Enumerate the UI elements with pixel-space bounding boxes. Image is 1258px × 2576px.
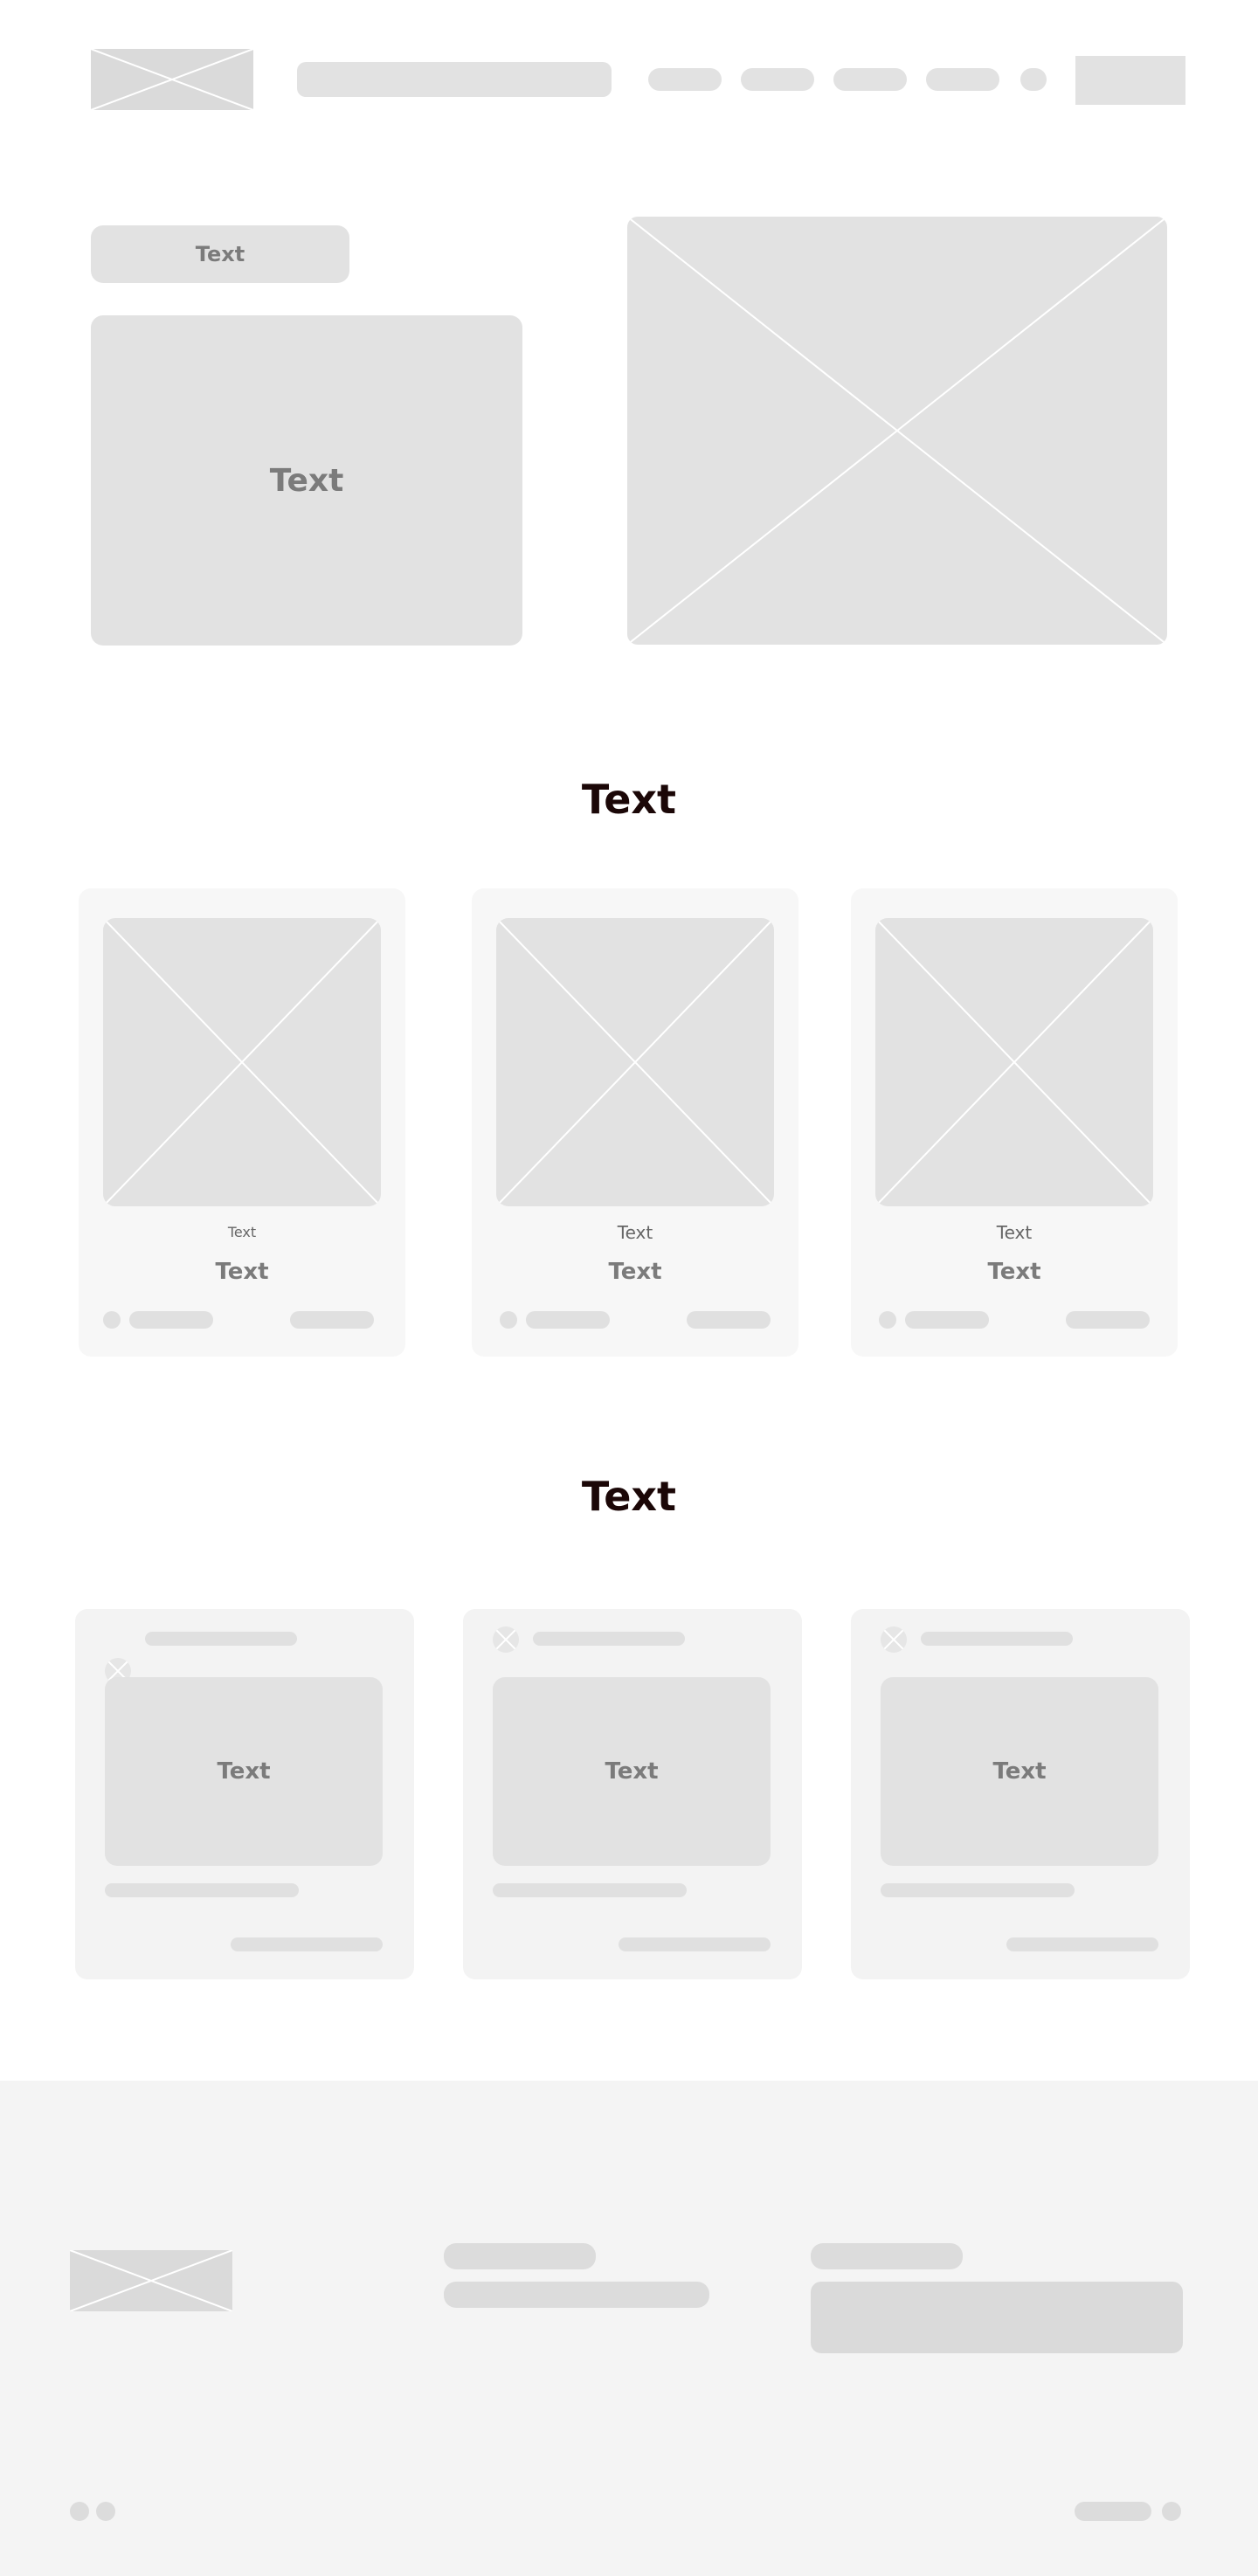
product-kicker: Text (996, 1222, 1033, 1243)
image-placeholder-icon (881, 1626, 907, 1653)
header-cta-button[interactable] (1075, 56, 1185, 105)
product-image (875, 918, 1153, 1206)
search-bar[interactable] (297, 62, 612, 97)
product-card[interactable]: Text Text (472, 888, 798, 1357)
products-section-title: Text (581, 776, 677, 823)
hero-image (627, 217, 1167, 645)
social-icon-2[interactable] (96, 2502, 115, 2521)
image-placeholder-icon (496, 918, 774, 1206)
rating-dot (103, 1311, 121, 1329)
nav-icon[interactable] (1020, 68, 1047, 91)
social-icon-1[interactable] (70, 2502, 89, 2521)
product-card[interactable]: Text Text (79, 888, 405, 1357)
post-media: Text (105, 1677, 383, 1866)
meta-bar (905, 1311, 989, 1329)
image-placeholder-icon (493, 1626, 519, 1653)
posts-section-title: Text (581, 1473, 677, 1520)
post-link-bar[interactable] (1006, 1937, 1158, 1951)
post-card[interactable]: Text (851, 1609, 1190, 1979)
logo[interactable] (91, 49, 253, 110)
post-media: Text (493, 1677, 771, 1866)
price-bar (1066, 1311, 1150, 1329)
post-excerpt-bar (881, 1883, 1075, 1897)
nav-item-2[interactable] (741, 68, 814, 91)
post-media-label: Text (992, 1758, 1047, 1785)
post-card[interactable]: Text (75, 1609, 414, 1979)
product-kicker: Text (617, 1222, 653, 1243)
footer-col2-heading (811, 2243, 963, 2269)
newsletter-input[interactable] (811, 2282, 1183, 2353)
post-link-bar[interactable] (231, 1937, 383, 1951)
post-media: Text (881, 1677, 1158, 1866)
nav-item-3[interactable] (833, 68, 907, 91)
nav-item-1[interactable] (648, 68, 722, 91)
product-image (496, 918, 774, 1206)
post-media-label: Text (605, 1758, 659, 1785)
hero-badge-label: Text (195, 242, 245, 266)
footer-legal-link[interactable] (1075, 2502, 1151, 2521)
product-card[interactable]: Text Text (851, 888, 1178, 1357)
post-media-label: Text (217, 1758, 271, 1785)
post-author-bar (533, 1632, 685, 1646)
price-bar (687, 1311, 771, 1329)
rating-dot (500, 1311, 517, 1329)
image-placeholder-icon (91, 49, 253, 110)
product-title: Text (215, 1259, 269, 1285)
product-kicker: Text (227, 1224, 257, 1240)
post-excerpt-bar (493, 1883, 687, 1897)
image-placeholder-icon (103, 918, 381, 1206)
image-placeholder-icon (875, 918, 1153, 1206)
footer-icon[interactable] (1162, 2502, 1181, 2521)
hero-badge[interactable]: Text (91, 225, 349, 283)
hero-headline-block: Text (91, 315, 522, 646)
image-placeholder-icon (627, 217, 1167, 645)
product-title: Text (608, 1259, 662, 1285)
price-bar (290, 1311, 374, 1329)
footer (0, 2081, 1258, 2576)
meta-bar (129, 1311, 213, 1329)
nav-item-4[interactable] (926, 68, 999, 91)
avatar (881, 1626, 907, 1653)
post-card[interactable]: Text (463, 1609, 802, 1979)
image-placeholder-icon (70, 2250, 232, 2311)
footer-logo[interactable] (70, 2250, 232, 2311)
product-image (103, 918, 381, 1206)
post-author-bar (921, 1632, 1073, 1646)
post-link-bar[interactable] (619, 1937, 771, 1951)
avatar (493, 1626, 519, 1653)
hero-headline: Text (269, 462, 344, 499)
footer-col1-heading (444, 2243, 596, 2269)
rating-dot (879, 1311, 896, 1329)
meta-bar (526, 1311, 610, 1329)
footer-col1-link[interactable] (444, 2282, 709, 2308)
post-author-bar (145, 1632, 297, 1646)
product-title: Text (987, 1259, 1041, 1285)
post-excerpt-bar (105, 1883, 299, 1897)
